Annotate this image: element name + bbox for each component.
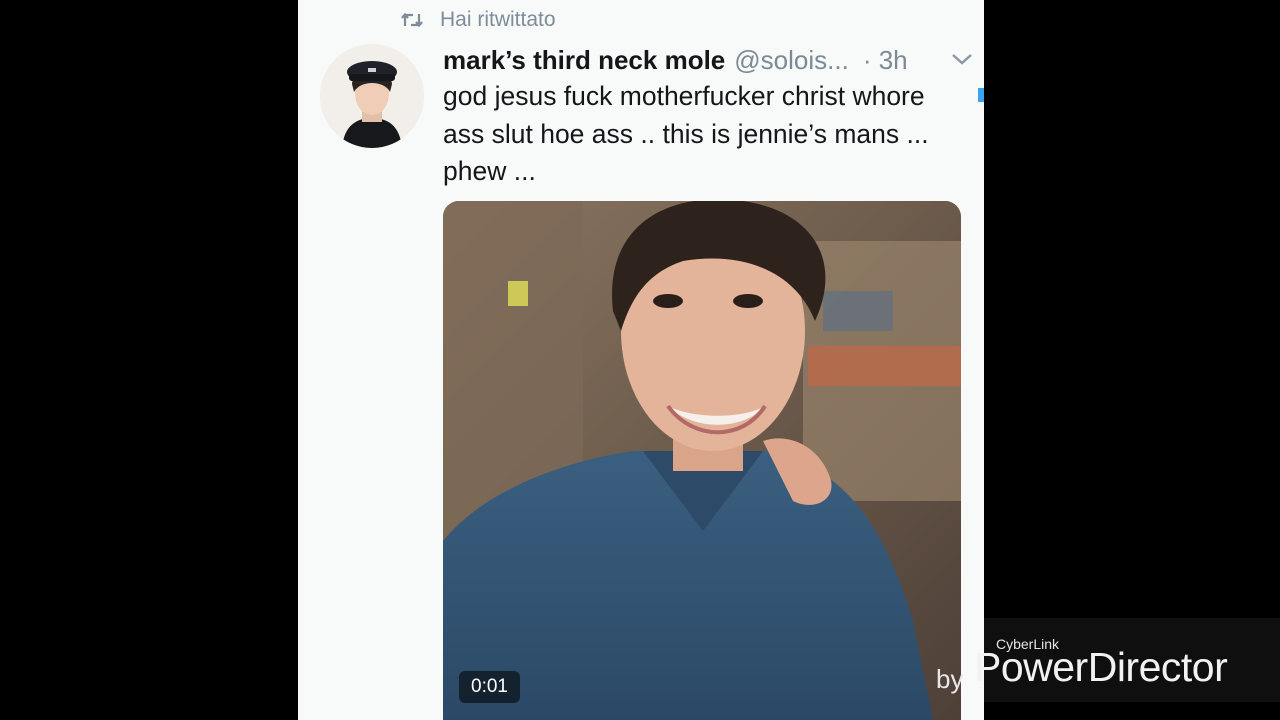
display-name[interactable]: mark’s third neck mole [443,45,725,76]
tweet-text: god jesus fuck motherfucker christ whore… [443,81,929,186]
watermark: CyberLink by PowerDirector [936,628,1256,704]
scroll-indicator [978,88,984,102]
user-handle[interactable]: @solois... [734,45,849,76]
tweet-time[interactable]: · 3h [863,45,908,76]
chevron-down-icon[interactable] [951,52,973,71]
tweet-panel: Hai ritwittato mark’s third neck mole @s… [298,0,984,720]
tweet-video[interactable]: 0:01 [443,201,961,720]
avatar[interactable] [320,44,424,148]
retweet-context: Hai ritwittato [400,6,556,34]
retweet-label: Hai ritwittato [440,8,556,31]
retweet-icon [400,11,424,29]
tweet-header: mark’s third neck mole @solois... · 3h [443,40,973,80]
video-duration: 0:01 [459,671,520,703]
watermark-product: PowerDirector [974,644,1228,690]
watermark-by: by [936,664,964,694]
